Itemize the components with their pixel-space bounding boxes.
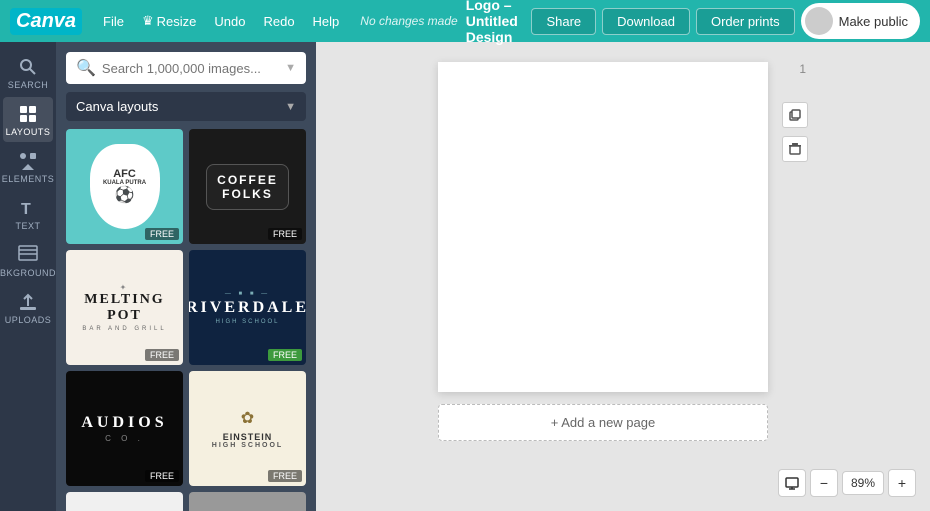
add-page-button[interactable]: + Add a new page bbox=[438, 404, 768, 441]
sidebar-item-uploads[interactable]: UPLOADS bbox=[3, 285, 53, 330]
menu-resize[interactable]: ♛ Resize bbox=[135, 9, 203, 33]
canvas-wrapper: 1 + Add a new page bbox=[336, 62, 870, 441]
free-badge: FREE bbox=[268, 470, 302, 482]
template-thumb-coffee[interactable]: COFFEE FOLKS FREE bbox=[189, 129, 306, 244]
template-thumb-partial-2[interactable] bbox=[189, 492, 306, 511]
template-thumb-afc[interactable]: AFC KUALA PUTRA ⚽ FREE bbox=[66, 129, 183, 244]
make-public-button[interactable]: Make public bbox=[801, 3, 920, 39]
template-thumb-audios[interactable]: AUDIOS C O . FREE bbox=[66, 371, 183, 486]
template-thumb-melting[interactable]: ✦ MELTING POT BAR AND GRILL FREE bbox=[66, 250, 183, 365]
copy-icon bbox=[788, 108, 802, 122]
status-text: No changes made bbox=[360, 14, 457, 28]
sidebar-icons: SEARCH LAYOUTS ELEMENTS T TEXT BKGROUND … bbox=[0, 42, 56, 511]
search-icon bbox=[18, 57, 38, 77]
panel: 🔍 ▼ Canva layouts ▼ AFC KUALA PUTRA ⚽ FR… bbox=[56, 42, 316, 511]
thumbnails-grid: AFC KUALA PUTRA ⚽ FREE COFFEE FOLKS FREE bbox=[66, 129, 306, 511]
search-icon-panel: 🔍 bbox=[76, 58, 96, 78]
layout-dropdown[interactable]: Canva layouts ▼ bbox=[66, 92, 306, 121]
download-button[interactable]: Download bbox=[602, 8, 690, 35]
search-input[interactable] bbox=[102, 61, 279, 76]
trash-icon bbox=[788, 142, 802, 156]
free-badge: FREE bbox=[145, 470, 179, 482]
present-button[interactable] bbox=[778, 469, 806, 497]
template-thumb-partial-1[interactable] bbox=[66, 492, 183, 511]
dropdown-arrow-icon: ▼ bbox=[285, 101, 296, 113]
share-button[interactable]: Share bbox=[531, 8, 596, 35]
layouts-icon bbox=[18, 104, 38, 124]
sidebar-item-search[interactable]: SEARCH bbox=[3, 50, 53, 95]
header-menu: File ♛ Resize Undo Redo Help bbox=[96, 9, 346, 33]
zoom-level: 89% bbox=[842, 471, 884, 495]
menu-help[interactable]: Help bbox=[306, 10, 347, 33]
sidebar-item-layouts[interactable]: LAYOUTS bbox=[3, 97, 53, 142]
menu-undo[interactable]: Undo bbox=[207, 10, 252, 33]
text-icon: T bbox=[18, 198, 38, 218]
menu-redo[interactable]: Redo bbox=[256, 10, 301, 33]
svg-text:T: T bbox=[21, 201, 31, 218]
uploads-icon bbox=[18, 292, 38, 312]
canva-logo-text: Canva bbox=[10, 8, 82, 35]
main-layout: SEARCH LAYOUTS ELEMENTS T TEXT BKGROUND … bbox=[0, 42, 930, 511]
toggle-circle bbox=[805, 7, 833, 35]
design-title: Logo – Untitled Design bbox=[466, 0, 524, 45]
canva-logo[interactable]: Canva bbox=[10, 8, 82, 35]
free-badge: FREE bbox=[268, 228, 302, 240]
present-icon bbox=[785, 476, 799, 490]
sidebar-item-background[interactable]: BKGROUND bbox=[3, 238, 53, 283]
order-prints-button[interactable]: Order prints bbox=[696, 8, 795, 35]
background-icon bbox=[18, 245, 38, 265]
page-number: 1 bbox=[799, 62, 806, 76]
crown-icon: ♛ bbox=[142, 13, 154, 29]
template-thumb-riverdale[interactable]: — ■ ■ — RIVERDALE HIGH SCHOOL FREE bbox=[189, 250, 306, 365]
header-center: Logo – Untitled Design bbox=[466, 0, 524, 45]
menu-file[interactable]: File bbox=[96, 10, 131, 33]
canvas-area: 1 + Add a new page − 89% + bbox=[316, 42, 930, 511]
header: Canva File ♛ Resize Undo Redo Help No ch… bbox=[0, 0, 930, 42]
delete-page-button[interactable] bbox=[782, 136, 808, 162]
elements-icon bbox=[18, 151, 38, 171]
copy-page-button[interactable] bbox=[782, 102, 808, 128]
free-badge: FREE bbox=[145, 349, 179, 361]
free-badge: FREE bbox=[268, 349, 302, 361]
sidebar-item-elements[interactable]: ELEMENTS bbox=[3, 144, 53, 189]
search-bar[interactable]: 🔍 ▼ bbox=[66, 52, 306, 84]
canvas-page[interactable] bbox=[438, 62, 768, 392]
canvas-tools bbox=[782, 102, 808, 162]
page-container: 1 bbox=[438, 62, 768, 392]
header-actions: Share Download Order prints Make public bbox=[531, 3, 920, 39]
template-thumb-einstein[interactable]: ✿ EINSTEIN HIGH SCHOOL FREE bbox=[189, 371, 306, 486]
zoom-in-button[interactable]: + bbox=[888, 469, 916, 497]
free-badge: FREE bbox=[145, 228, 179, 240]
search-dropdown-icon: ▼ bbox=[285, 62, 296, 74]
sidebar-item-text[interactable]: T TEXT bbox=[3, 191, 53, 236]
zoom-out-button[interactable]: − bbox=[810, 469, 838, 497]
zoom-controls: − 89% + bbox=[778, 469, 916, 497]
